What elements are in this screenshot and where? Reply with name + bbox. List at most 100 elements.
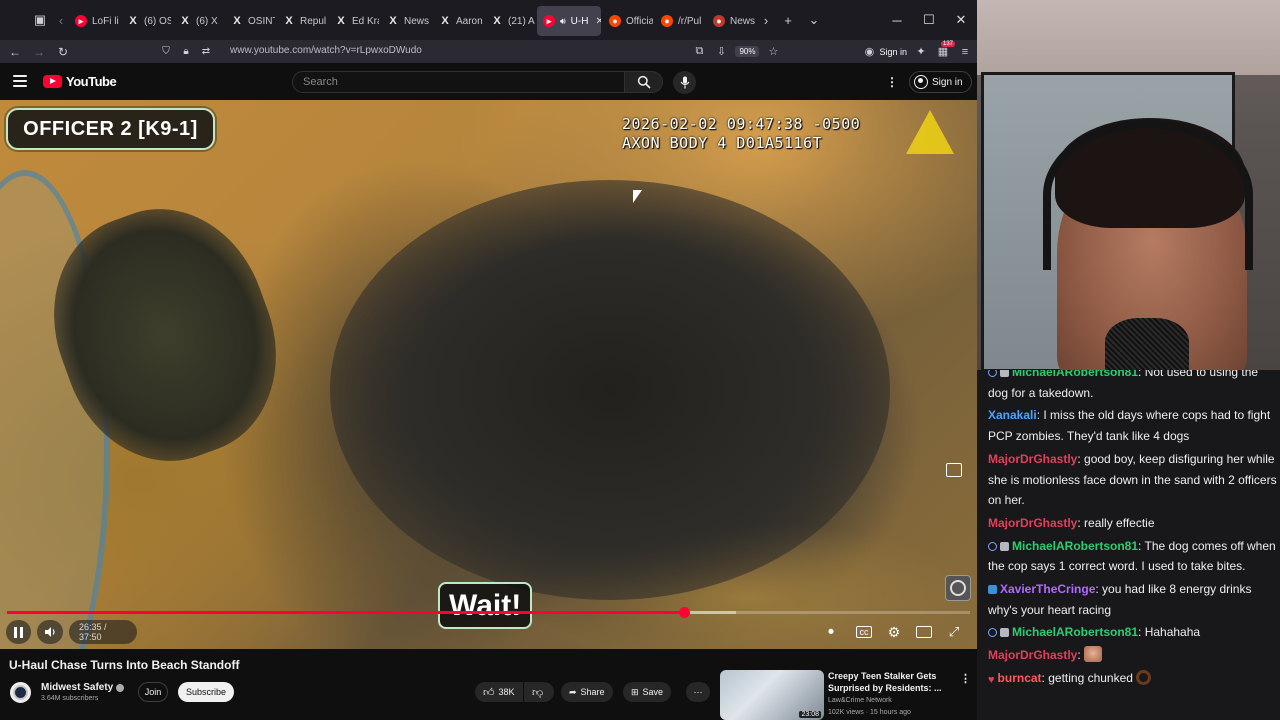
reload-icon[interactable]: ↻ [51, 41, 75, 63]
chat-username[interactable]: Xanakali [988, 408, 1037, 422]
guide-menu-icon[interactable] [13, 75, 27, 87]
chat-username[interactable]: MichaelARobertson81 [1012, 370, 1138, 379]
progress-scrubber[interactable] [678, 607, 690, 618]
minimize-icon[interactable]: ─ [881, 0, 913, 40]
new-tab-icon[interactable]: + [775, 7, 801, 33]
tab-scroll-left-icon[interactable]: ‹ [53, 7, 69, 33]
channel-name: Midwest Safety [41, 682, 114, 693]
settings-gear-icon[interactable]: ⚙ [886, 624, 902, 640]
forward-icon[interactable]: → [27, 41, 51, 63]
recommended-channel[interactable]: Law&Crime Network [828, 697, 892, 704]
browser-tab[interactable]: X (6) X [173, 6, 223, 36]
user-badge-icon[interactable] [988, 370, 997, 377]
browser-tab[interactable]: X (21) A [485, 6, 535, 36]
channel-avatar[interactable] [8, 680, 33, 705]
user-badge-icon[interactable] [988, 541, 997, 551]
miniplayer-icon[interactable] [946, 463, 962, 477]
x-icon: X [285, 15, 293, 27]
chat-text: : [1077, 648, 1081, 663]
user-badge-icon[interactable] [988, 628, 997, 638]
emote-face-icon[interactable] [1084, 646, 1103, 663]
browser-tab[interactable]: ▸ LoFi li [69, 6, 119, 36]
time-text: 26:35 / 37:50 [79, 622, 107, 642]
youtube-signin-button[interactable]: Sign in [909, 71, 972, 93]
subscribe-button[interactable]: Subscribe [178, 682, 234, 702]
browser-tab[interactable]: ● News [707, 6, 757, 36]
browser-tab[interactable]: X OSINT [225, 6, 275, 36]
tab-close-icon[interactable]: ✕ [595, 16, 601, 27]
channel-watermark[interactable] [945, 575, 971, 601]
zoom-level[interactable]: 90% [735, 46, 760, 57]
recommended-title-line2: Surprised by Residents: ... [828, 683, 942, 693]
settings-kebab-icon[interactable]: ⋮ [886, 75, 898, 89]
url-bar[interactable]: www.youtube.com/watch?v=rLpwxoDWudo [230, 45, 422, 56]
heart-badge-icon[interactable]: ♥ [988, 670, 995, 691]
mod-badge-icon[interactable] [1000, 541, 1009, 551]
recommended-menu-icon[interactable]: ⋮ [960, 672, 971, 685]
browser-tab[interactable]: ▸ 🔊︎ U-H ✕ [537, 6, 601, 36]
chat-username[interactable]: MichaelARobertson81 [1012, 539, 1138, 553]
chat-username[interactable]: MajorDrGhastly [988, 452, 1077, 466]
axon-logo-icon [906, 110, 954, 154]
chat-username[interactable]: burncat [998, 671, 1042, 685]
shield-icon[interactable]: ⛉ [158, 43, 174, 59]
app-menu-icon[interactable]: ≡ [957, 44, 973, 60]
browser-tab[interactable]: X Repul [277, 6, 327, 36]
download-page-icon[interactable]: ⇩ [713, 44, 729, 60]
mute-button[interactable] [37, 620, 63, 644]
tab-audio-icon[interactable]: 🔊︎ [560, 16, 566, 27]
save-button[interactable]: ⊞ Save [623, 682, 672, 702]
video-player[interactable] [0, 100, 977, 649]
search-button[interactable] [625, 71, 663, 93]
chat-username[interactable]: MichaelARobertson81 [1012, 625, 1138, 639]
browser-tab[interactable]: X Ed Kra [329, 6, 379, 36]
pause-button[interactable] [6, 620, 31, 644]
subtitles-icon[interactable]: cc [856, 626, 872, 638]
voice-search-button[interactable] [673, 71, 696, 94]
bookmark-star-icon[interactable]: ☆ [765, 44, 781, 60]
browser-tab[interactable]: ● Officia [603, 6, 653, 36]
prime-badge-icon[interactable] [988, 585, 997, 595]
mod-badge-icon[interactable] [1000, 370, 1009, 377]
dislike-button[interactable]: 👎︎ [524, 682, 554, 702]
theater-mode-icon[interactable] [916, 626, 932, 638]
more-actions-button[interactable]: ⋯ [686, 682, 710, 702]
firefox-account-button[interactable]: ◉ Sign in [863, 44, 907, 60]
close-window-icon[interactable]: ✕ [945, 0, 977, 40]
recommended-title[interactable]: Creepy Teen Stalker Gets Surprised by Re… [828, 670, 948, 694]
channel-name-link[interactable]: Midwest Safety [41, 682, 125, 693]
tab-list-icon[interactable]: ▣ [27, 7, 53, 33]
lock-icon[interactable]: 🔒︎ [178, 43, 194, 59]
chat-messages: MichaelARobertson81: Not used to using t… [988, 370, 1278, 693]
browser-tab[interactable]: X (6) OS [121, 6, 171, 36]
search-input[interactable]: Search [292, 71, 625, 93]
permissions-icon[interactable]: ⇄ [198, 43, 214, 59]
share-button[interactable]: ➦ Share [561, 682, 613, 702]
emote-ring-icon[interactable] [1136, 669, 1152, 685]
tab-overflow-chevron-icon[interactable]: ⌄ [801, 7, 827, 33]
video-title: U-Haul Chase Turns Into Beach Standoff [9, 658, 240, 672]
browser-tab[interactable]: X News [381, 6, 431, 36]
x-icon: X [337, 15, 345, 27]
mod-badge-icon[interactable] [1000, 628, 1009, 638]
youtube-logo[interactable]: YouTube [43, 74, 117, 89]
browser-tab[interactable]: ● /r/Pul [655, 6, 705, 36]
chat-username[interactable]: MajorDrGhastly [988, 648, 1077, 662]
time-display: 26:35 / 37:50 [69, 620, 137, 644]
addon-icon[interactable]: ▦ 137 [935, 40, 955, 60]
join-button[interactable]: Join [138, 682, 168, 702]
recommended-duration: 23:08 [799, 711, 821, 718]
recommended-thumbnail[interactable]: 23:08 [720, 670, 824, 720]
fullscreen-icon[interactable]: ⤢ [946, 624, 962, 640]
chat-username[interactable]: XavierTheCringe [1000, 582, 1095, 596]
picture-in-picture-icon[interactable]: ⧉ [691, 44, 707, 60]
chat-username[interactable]: MajorDrGhastly [988, 516, 1077, 530]
maximize-icon[interactable]: ☐ [913, 0, 945, 40]
browser-tab[interactable]: X Aaron [433, 6, 483, 36]
autoplay-toggle-icon[interactable]: ⏺ [823, 624, 839, 640]
like-button[interactable]: 👍︎ 38K [475, 682, 523, 702]
back-icon[interactable]: ← [3, 41, 27, 63]
extensions-puzzle-icon[interactable]: ✦ [913, 44, 929, 60]
progress-bar[interactable] [7, 607, 970, 618]
tab-scroll-right-icon[interactable]: › [757, 7, 775, 33]
